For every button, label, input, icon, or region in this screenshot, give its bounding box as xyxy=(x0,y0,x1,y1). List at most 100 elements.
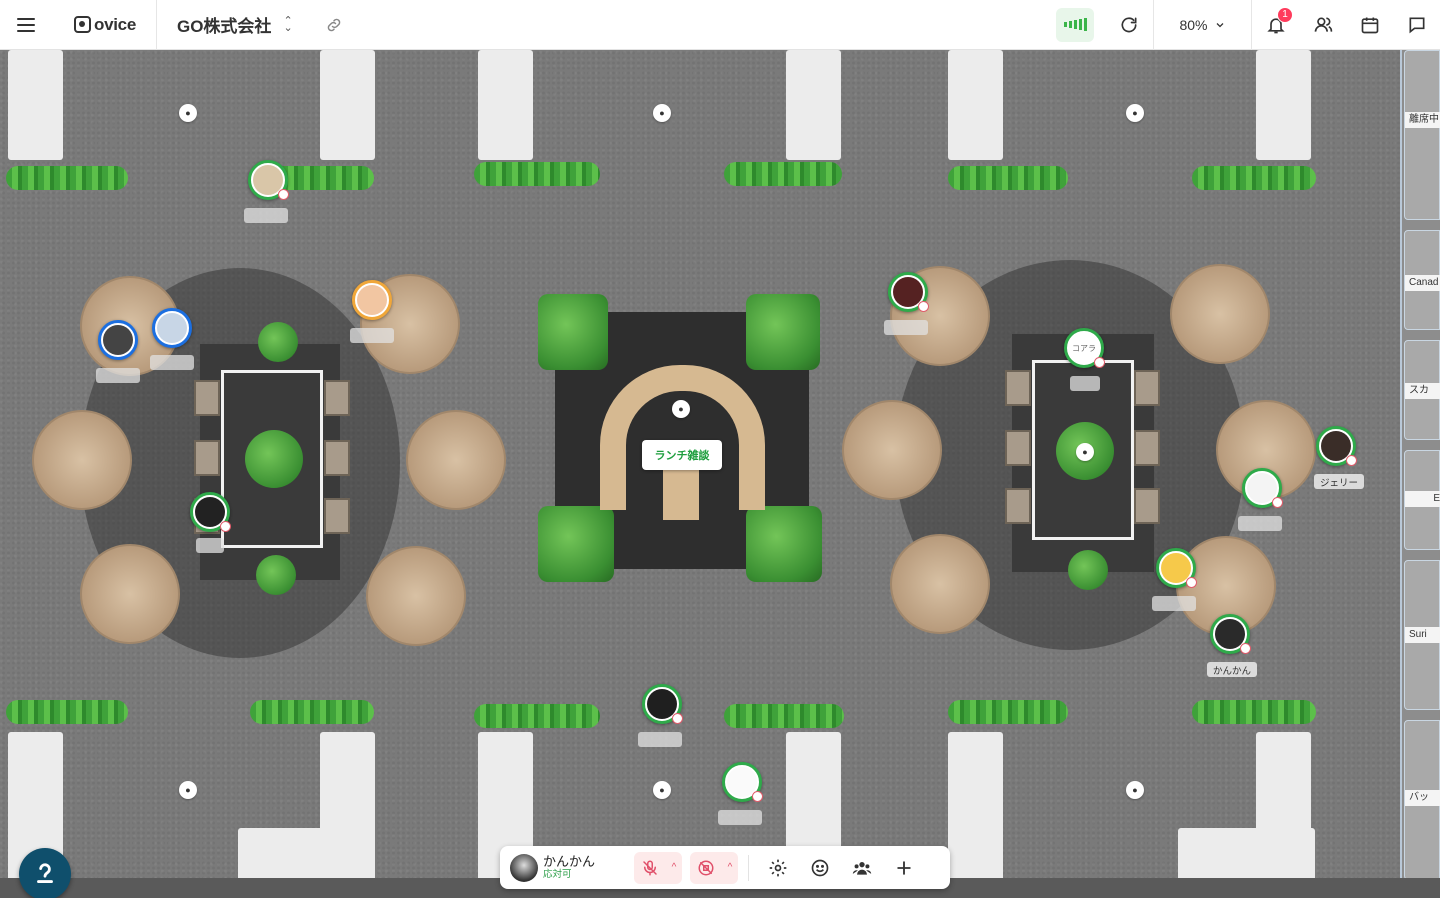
user-avatar[interactable] xyxy=(190,492,231,532)
my-avatar xyxy=(510,853,538,882)
gear-icon xyxy=(769,859,787,876)
reload-icon[interactable] xyxy=(1104,0,1154,50)
group-icon xyxy=(852,861,872,875)
plus-icon xyxy=(897,860,911,875)
organization-switcher[interactable]: GO株式会社 ⌃ ⌄ xyxy=(157,0,309,50)
user-name-tag xyxy=(884,320,928,335)
user-avatar[interactable] xyxy=(1316,426,1357,466)
help-icon xyxy=(37,863,53,883)
settings-button[interactable] xyxy=(757,850,799,886)
my-status: 応対可 xyxy=(543,869,572,880)
chat-button[interactable] xyxy=(1393,0,1440,50)
user-avatar[interactable] xyxy=(1210,614,1251,654)
sofa-lounge xyxy=(948,732,1315,882)
user-name-tag xyxy=(350,328,394,343)
camera-control: ^ xyxy=(690,851,738,884)
planter xyxy=(724,162,842,186)
room-marker-icon[interactable]: ● xyxy=(653,781,671,799)
planter xyxy=(948,166,1068,190)
chair xyxy=(194,440,220,476)
virtual-office-map[interactable]: ● ● ● ● ランチ雑談 ● ● ● ● コアラ ジェリー かんかん xyxy=(0,50,1400,898)
user-name-tag xyxy=(1070,376,1100,391)
user-avatar[interactable] xyxy=(1242,468,1283,508)
mic-off-icon xyxy=(1272,497,1283,508)
ovice-logo-mark xyxy=(74,16,91,33)
members-button[interactable] xyxy=(1299,0,1346,50)
plant xyxy=(746,294,820,370)
camera-options-caret-icon[interactable]: ^ xyxy=(722,852,738,884)
ovice-logo[interactable]: ovice xyxy=(52,0,157,50)
user-avatar[interactable] xyxy=(352,280,392,320)
zoom-selector[interactable]: 80% xyxy=(1154,0,1252,50)
user-avatar[interactable] xyxy=(98,320,138,360)
round-table xyxy=(32,410,132,510)
room-marker-icon[interactable]: ● xyxy=(653,104,671,122)
user-avatar[interactable] xyxy=(248,160,289,200)
mic-off-icon xyxy=(1094,357,1105,368)
user-name-tag: ジェリー xyxy=(1314,474,1365,489)
add-button[interactable] xyxy=(883,850,925,886)
adjacent-rooms-strip: 離席中 Canad スカ E Suri バッ xyxy=(1400,50,1440,898)
room-marker-icon[interactable]: ● xyxy=(672,400,690,418)
round-table xyxy=(1170,264,1270,364)
group-button[interactable] xyxy=(841,850,883,886)
adjacent-room[interactable] xyxy=(1404,50,1440,220)
help-button[interactable] xyxy=(19,848,71,898)
mic-off-icon xyxy=(672,713,683,724)
room-marker-icon[interactable]: ● xyxy=(1076,443,1094,461)
organization-name: GO株式会社 xyxy=(176,17,272,36)
room-name-label[interactable]: ランチ雑談 xyxy=(642,440,722,470)
mic-toggle-button[interactable] xyxy=(634,852,666,884)
calendar-button[interactable] xyxy=(1346,0,1393,50)
camera-off-icon xyxy=(698,860,714,875)
copy-link-icon[interactable] xyxy=(309,0,359,50)
chair xyxy=(1134,488,1160,524)
chat-icon xyxy=(1409,17,1424,33)
zoom-level: 80% xyxy=(1179,16,1208,33)
mic-off-icon xyxy=(643,860,657,875)
adjacent-room-label: Suri xyxy=(1405,627,1440,643)
my-profile[interactable]: かんかん 応対可 xyxy=(510,853,634,882)
reaction-button[interactable] xyxy=(799,850,841,886)
brand-name: ovice xyxy=(94,14,136,34)
connection-quality-icon[interactable] xyxy=(1056,7,1094,42)
switch-organization-icon: ⌃ ⌄ xyxy=(283,14,293,34)
plant xyxy=(256,555,296,595)
round-table xyxy=(80,544,180,644)
notifications-button[interactable]: 1 xyxy=(1252,0,1299,50)
round-table xyxy=(890,534,990,634)
user-name-tag xyxy=(1238,516,1282,531)
user-avatar[interactable]: コアラ xyxy=(1064,328,1105,368)
mic-off-icon xyxy=(1240,643,1251,654)
plant xyxy=(746,506,822,582)
mic-off-icon xyxy=(1186,577,1197,588)
adjacent-room-label: スカ xyxy=(1405,383,1440,399)
chair xyxy=(194,380,220,416)
planter xyxy=(1192,700,1316,724)
planter xyxy=(6,700,128,724)
toolbar-divider xyxy=(748,854,749,881)
user-avatar[interactable] xyxy=(152,308,192,348)
menu-icon[interactable] xyxy=(0,0,52,50)
room-marker-icon[interactable]: ● xyxy=(1126,781,1144,799)
user-avatar[interactable] xyxy=(888,272,929,312)
round-table xyxy=(842,400,942,500)
user-avatar[interactable] xyxy=(642,684,683,724)
mic-off-icon xyxy=(752,791,763,802)
mic-options-caret-icon[interactable]: ^ xyxy=(666,852,682,884)
room-marker-icon[interactable]: ● xyxy=(179,781,197,799)
user-avatar[interactable] xyxy=(722,762,763,802)
room-marker-icon[interactable]: ● xyxy=(179,104,197,122)
planter xyxy=(474,162,600,186)
chair xyxy=(324,380,350,416)
user-avatar[interactable] xyxy=(1156,548,1197,588)
user-name-tag xyxy=(1152,596,1196,611)
plant xyxy=(538,506,614,582)
room-marker-icon[interactable]: ● xyxy=(1126,104,1144,122)
user-name-tag xyxy=(718,810,762,825)
chair xyxy=(1005,430,1031,466)
chair xyxy=(1005,370,1031,406)
camera-toggle-button[interactable] xyxy=(690,852,722,884)
chair xyxy=(1134,370,1160,406)
user-name-tag xyxy=(96,368,140,383)
